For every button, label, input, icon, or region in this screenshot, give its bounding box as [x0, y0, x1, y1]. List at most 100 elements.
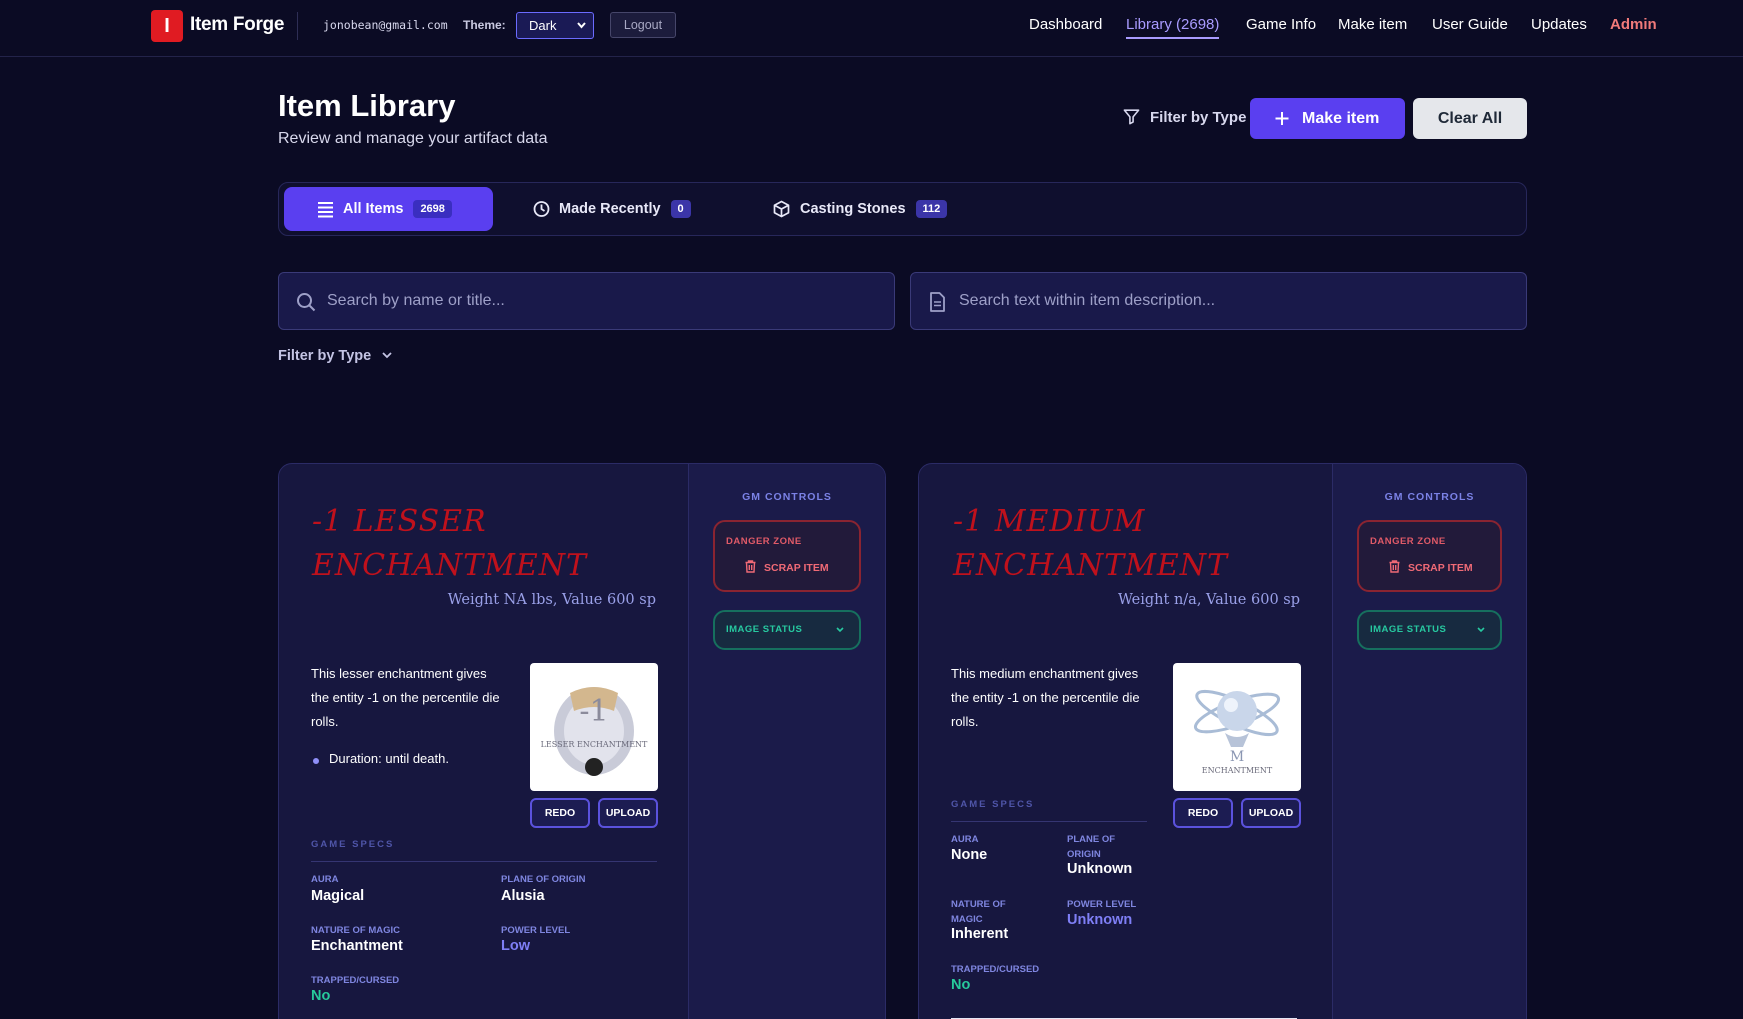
image-status-dropdown[interactable]: IMAGE STATUS: [1357, 610, 1502, 650]
game-specs-title: GAME SPECS: [311, 839, 395, 850]
brand-name[interactable]: Item Forge: [190, 14, 284, 36]
tab-casting-stones[interactable]: Casting Stones 112: [773, 187, 973, 231]
tab-all-items[interactable]: All Items 2698: [284, 187, 493, 231]
item-image[interactable]: -1 LESSER ENCHANTMENT: [530, 663, 658, 791]
game-specs-title: GAME SPECS: [951, 799, 1035, 810]
nav-link-make-item[interactable]: Make item: [1338, 16, 1407, 33]
clear-all-button[interactable]: Clear All: [1413, 98, 1527, 139]
nav-link-library[interactable]: Library (2698): [1126, 16, 1220, 39]
upload-button[interactable]: UPLOAD: [1241, 798, 1301, 828]
tab-all-items-count: 2698: [413, 200, 452, 218]
theme-label: Theme:: [463, 18, 506, 32]
tab-made-recently-label: Made Recently: [559, 201, 661, 217]
top-nav: I Item Forge jonobean@gmail.com Theme: D…: [0, 0, 1743, 57]
tab-all-items-label: All Items: [343, 201, 404, 217]
scrap-item-button[interactable]: SCRAP ITEM: [1389, 560, 1473, 576]
user-email: jonobean@gmail.com: [323, 18, 448, 32]
upload-button[interactable]: UPLOAD: [598, 798, 658, 828]
chevron-down-icon: [576, 13, 587, 48]
spec-power-label: POWER LEVEL: [501, 925, 571, 936]
spec-trapped-value: No: [951, 977, 971, 993]
spec-plane-label: PLANE OF ORIGIN: [501, 874, 586, 885]
document-icon: [929, 292, 946, 317]
danger-zone-title: DANGER ZONE: [1370, 536, 1446, 547]
filter-by-type-label: Filter by Type: [1150, 109, 1247, 126]
list-icon: [318, 187, 333, 249]
gm-controls-panel: GM CONTROLS DANGER ZONE SCRAP ITEM IMAGE…: [1332, 464, 1526, 1019]
item-title[interactable]: -1 Lesser Enchantment: [312, 500, 587, 588]
spec-nature-label: NATURE OF MAGIC: [951, 899, 1006, 925]
image-status-dropdown[interactable]: IMAGE STATUS: [713, 610, 861, 650]
spec-nature-value: Enchantment: [311, 938, 403, 954]
nav-link-dashboard[interactable]: Dashboard: [1029, 16, 1102, 33]
nav-link-user-guide[interactable]: User Guide: [1432, 16, 1508, 33]
gm-controls-title: GM CONTROLS: [1384, 491, 1475, 503]
tab-made-recently[interactable]: Made Recently 0: [529, 187, 719, 231]
page-title: Item Library: [278, 88, 456, 123]
name-search-placeholder: Search by name or title...: [327, 292, 505, 309]
item-image-label: -1: [579, 694, 608, 729]
chevron-down-icon: [381, 348, 393, 364]
library-tabs: All Items 2698 Made Recently 0 Casting Sto…: [278, 182, 1527, 236]
spec-aura-value: None: [951, 847, 988, 863]
spec-power-label: POWER LEVEL: [1067, 899, 1137, 910]
name-search-input[interactable]: Search by name or title...: [278, 272, 895, 330]
item-duration: Duration: until death.: [311, 751, 449, 766]
spec-trapped-value: No: [311, 988, 331, 1004]
danger-zone: DANGER ZONE SCRAP ITEM: [713, 520, 861, 592]
search-icon: [296, 292, 316, 317]
item-image-caption: LESSER ENCHANTMENT: [541, 740, 648, 749]
item-card: -1 Lesser Enchantment Weight NA lbs, Val…: [278, 463, 886, 1019]
tab-casting-stones-label: Casting Stones: [800, 201, 906, 217]
redo-button[interactable]: REDO: [1173, 798, 1233, 828]
item-image-art: M ENCHANTMENT: [1193, 689, 1281, 775]
theme-select[interactable]: Dark: [516, 12, 594, 39]
item-title[interactable]: -1 Medium Enchantment: [953, 500, 1228, 588]
spec-power-value: Low: [501, 938, 530, 954]
spec-trapped-label: TRAPPED/CURSED: [951, 964, 1040, 975]
plus-icon: [1275, 98, 1289, 155]
chevron-down-icon: [835, 612, 845, 664]
item-title-line: -1 Lesser: [312, 504, 487, 539]
nav-link-updates[interactable]: Updates: [1531, 16, 1587, 33]
make-item-button[interactable]: Make item: [1250, 98, 1405, 139]
spec-aura-value: Magical: [311, 888, 365, 904]
tab-made-recently-count: 0: [670, 200, 691, 218]
spec-plane-value: Unknown: [1067, 861, 1133, 877]
scrap-item-label: SCRAP ITEM: [764, 562, 829, 574]
cube-icon: [773, 187, 790, 249]
filter-type-dropdown[interactable]: Filter by Type: [278, 348, 393, 364]
filter-type-label: Filter by Type: [278, 348, 372, 364]
item-image-art: -1 LESSER ENCHANTMENT: [541, 687, 648, 776]
trash-icon: [745, 560, 756, 576]
tab-casting-stones-count: 112: [915, 200, 948, 218]
filter-by-type-button[interactable]: Filter by Type: [1122, 107, 1246, 131]
danger-zone-title: DANGER ZONE: [726, 536, 802, 547]
gm-controls-title: GM CONTROLS: [742, 491, 832, 503]
nav-link-admin[interactable]: Admin: [1610, 16, 1657, 33]
spec-trapped-label: TRAPPED/CURSED: [311, 975, 400, 986]
nav-link-game-info[interactable]: Game Info: [1246, 16, 1316, 33]
image-status-label: IMAGE STATUS: [1370, 624, 1447, 635]
redo-button[interactable]: REDO: [530, 798, 590, 828]
specs-divider: [951, 821, 1147, 822]
scrap-item-button[interactable]: SCRAP ITEM: [745, 560, 829, 576]
item-title-line: Enchantment: [953, 548, 1229, 583]
spec-aura-label: AURA: [311, 874, 339, 885]
spec-power-value: Unknown: [1067, 912, 1133, 928]
logo-icon[interactable]: I: [151, 10, 183, 42]
description-search-input[interactable]: Search text within item description...: [910, 272, 1527, 330]
danger-zone: DANGER ZONE SCRAP ITEM: [1357, 520, 1502, 592]
spec-aura-label: AURA: [951, 834, 979, 845]
item-weight-value: Weight NA lbs, Value 600 sp: [447, 592, 656, 608]
logout-button[interactable]: Logout: [610, 12, 676, 38]
spec-nature-label: NATURE OF MAGIC: [311, 925, 401, 936]
item-image[interactable]: M ENCHANTMENT: [1173, 663, 1301, 791]
page-subtitle: Review and manage your artifact data: [278, 130, 548, 147]
trash-icon: [1389, 560, 1400, 576]
filter-icon: [1122, 107, 1141, 131]
image-status-label: IMAGE STATUS: [726, 624, 803, 635]
item-description: This medium enchantment gives the entity…: [951, 666, 1140, 729]
spec-plane-label: PLANE OF ORIGIN: [1067, 834, 1116, 860]
item-card: -1 Medium Enchantment Weight n/a, Value …: [918, 463, 1527, 1019]
